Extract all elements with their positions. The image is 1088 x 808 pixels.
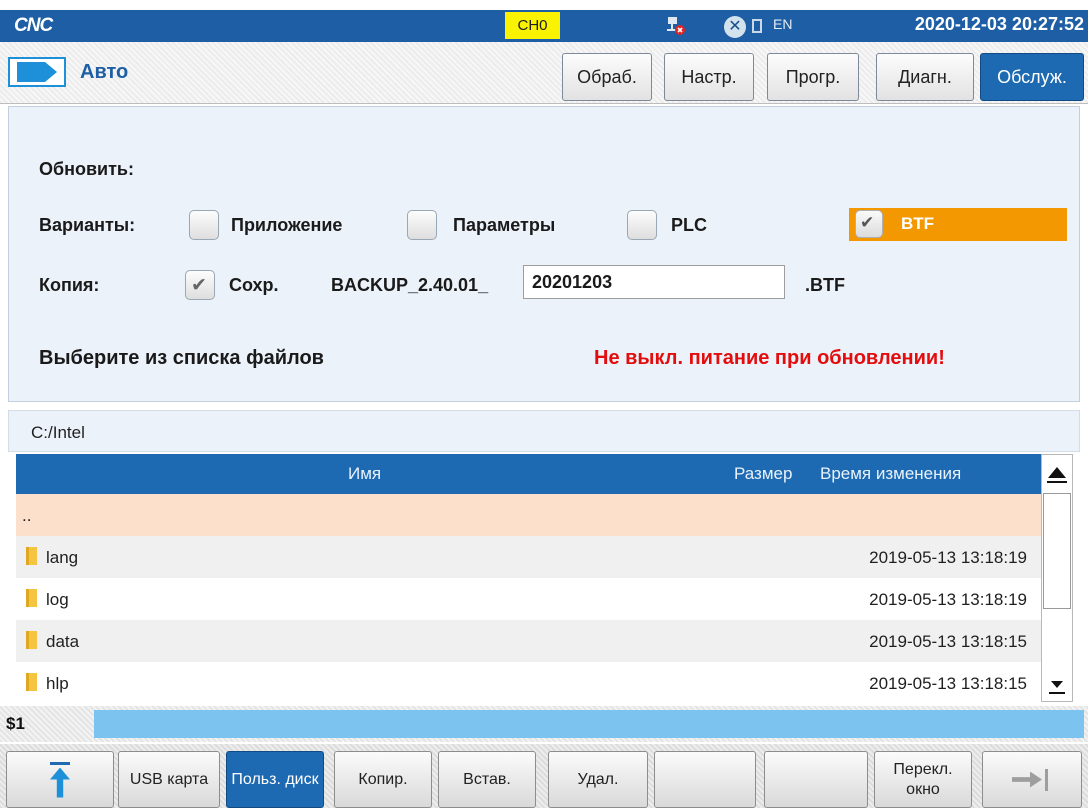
keyboard-icon	[752, 19, 762, 33]
mode-label: Авто	[80, 61, 129, 83]
command-input[interactable]	[94, 710, 1084, 738]
file-name: lang	[46, 548, 79, 567]
up-arrow-icon	[50, 761, 70, 798]
softkey-next[interactable]	[982, 751, 1082, 808]
parameters-checkbox[interactable]	[407, 210, 437, 240]
column-name[interactable]: Имя	[348, 464, 381, 484]
plc-label: PLC	[671, 215, 707, 235]
update-title: Обновить:	[39, 159, 134, 179]
auto-mode-arrow-icon	[8, 57, 66, 87]
scroll-down-icon[interactable]	[1042, 671, 1072, 701]
softkey-copy[interactable]: Копир.	[334, 751, 432, 808]
tab-processing[interactable]: Обраб.	[562, 53, 652, 101]
checkmark-icon: ✔	[191, 275, 207, 296]
column-modified[interactable]: Время изменения	[820, 464, 961, 484]
command-prompt: $1	[6, 714, 25, 733]
options-label: Варианты:	[39, 215, 136, 235]
plc-checkbox[interactable]	[627, 210, 657, 240]
softkey-up[interactable]	[6, 751, 114, 808]
backup-prefix: BACKUP_2.40.01_	[331, 275, 489, 295]
tab-program[interactable]: Прогр.	[767, 53, 859, 101]
tab-diagnostics[interactable]: Диагн.	[876, 53, 974, 101]
table-header: Имя Размер Время изменения	[16, 454, 1041, 494]
main-toolbar: Авто Обраб. Настр. Прогр. Диагн. Обслуж.	[0, 42, 1088, 104]
softkey-user-disk[interactable]: Польз. диск	[226, 751, 324, 808]
table-row[interactable]: log 2019-05-13 13:18:19	[16, 578, 1041, 620]
update-panel: Обновить: Варианты: Приложение Параметры…	[8, 106, 1080, 402]
btf-label: BTF	[901, 214, 935, 233]
folder-icon	[26, 673, 37, 691]
power-warning: Не выкл. питание при обновлении!	[594, 347, 945, 369]
file-time: 2019-05-13 13:18:19	[869, 590, 1027, 609]
tab-service[interactable]: Обслуж.	[980, 53, 1084, 101]
btf-option[interactable]: ✔ BTF	[849, 208, 1067, 241]
status-bar: CNC CH0 ✕ EN 2020-12-03 20:27:52	[0, 10, 1088, 42]
current-path: C:/Intel	[31, 423, 85, 442]
table-row-parent[interactable]: ..	[16, 494, 1041, 536]
save-label: Сохр.	[229, 275, 279, 295]
softkey-usb[interactable]: USB карта	[118, 751, 220, 808]
parameters-label: Параметры	[453, 215, 556, 235]
path-bar: C:/Intel	[8, 410, 1080, 452]
datetime: 2020-12-03 20:27:52	[914, 14, 1084, 34]
folder-icon	[26, 547, 37, 565]
command-bar: $1	[0, 706, 1088, 742]
network-error-icon	[667, 17, 685, 35]
copy-label: Копия:	[39, 275, 100, 295]
softkey-delete[interactable]: Удал.	[548, 751, 648, 808]
logo: CNC	[14, 15, 53, 36]
btf-checkbox[interactable]: ✔	[855, 210, 883, 238]
file-name: log	[46, 590, 69, 609]
application-checkbox[interactable]	[189, 210, 219, 240]
language-indicator[interactable]: EN	[773, 16, 792, 32]
file-time: 2019-05-13 13:18:15	[869, 674, 1027, 693]
save-checkbox[interactable]: ✔	[185, 270, 215, 300]
cnc-screen: CNC CH0 ✕ EN 2020-12-03 20:27:52 Авто Об…	[0, 0, 1088, 808]
folder-icon	[26, 589, 37, 607]
softkey-switch-window[interactable]: Перекл. окно	[874, 751, 972, 808]
file-name: data	[46, 632, 80, 651]
table-row[interactable]: hlp 2019-05-13 13:18:15	[16, 662, 1041, 702]
next-arrow-icon	[1012, 768, 1052, 791]
softkey-empty-1[interactable]	[654, 751, 756, 808]
checkmark-icon: ✔	[860, 213, 875, 232]
parent-dir: ..	[22, 506, 32, 525]
close-icon[interactable]: ✕	[724, 16, 746, 38]
file-table: Имя Размер Время изменения .. lang 2019-…	[16, 454, 1041, 702]
application-label: Приложение	[231, 215, 343, 235]
choose-file-hint: Выберите из списка файлов	[39, 347, 324, 369]
file-name: hlp	[46, 674, 69, 693]
table-row[interactable]: lang 2019-05-13 13:18:19	[16, 536, 1041, 578]
scroll-thumb[interactable]	[1043, 493, 1071, 609]
backup-name-input[interactable]: 20201203	[523, 265, 785, 299]
column-size[interactable]: Размер	[734, 464, 792, 484]
softkey-empty-2[interactable]	[764, 751, 868, 808]
file-scrollbar[interactable]	[1041, 454, 1073, 702]
backup-extension: .BTF	[805, 275, 845, 295]
file-time: 2019-05-13 13:18:15	[869, 632, 1027, 651]
scroll-up-icon[interactable]	[1042, 455, 1072, 491]
channel-indicator[interactable]: CH0	[505, 12, 560, 39]
tab-setup[interactable]: Настр.	[664, 53, 754, 101]
table-row[interactable]: data 2019-05-13 13:18:15	[16, 620, 1041, 662]
folder-icon	[26, 631, 37, 649]
file-time: 2019-05-13 13:18:19	[869, 548, 1027, 567]
softkey-paste[interactable]: Встав.	[438, 751, 536, 808]
softkey-bar: USB карта Польз. диск Копир. Встав. Удал…	[0, 744, 1088, 808]
